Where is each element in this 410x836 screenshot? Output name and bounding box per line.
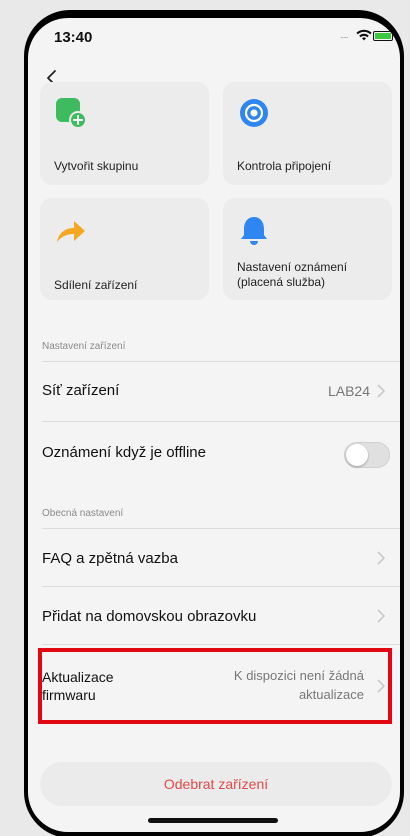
notification-settings-label-2: (placená služba) <box>237 275 326 289</box>
home-indicator <box>148 818 278 823</box>
signal-icon: ..... <box>340 30 348 40</box>
offline-notification-toggle[interactable] <box>344 442 390 468</box>
toggle-knob <box>346 444 368 466</box>
notification-settings-card[interactable]: Nastavení oznámení (placená služba) <box>223 198 392 300</box>
bell-icon <box>241 217 267 245</box>
faq-row[interactable]: FAQ a zpětná vazba <box>28 529 400 585</box>
remove-device-button[interactable]: Odebrat zařízení <box>40 762 392 806</box>
share-device-label: Sdílení zařízení <box>54 278 138 292</box>
connection-check-icon <box>240 99 268 127</box>
notification-settings-label-1: Nastavení oznámení <box>237 260 348 274</box>
share-device-card[interactable]: Sdílení zařízení <box>40 198 209 300</box>
create-group-card[interactable]: Vytvořit skupinu <box>40 82 209 185</box>
general-settings-section-label: Obecná nastavení <box>42 508 124 519</box>
faq-title: FAQ a zpětná vazba <box>42 550 178 567</box>
wifi-icon <box>356 29 372 41</box>
offline-notification-title: Oznámení když je offline <box>42 444 206 461</box>
create-group-label: Vytvořit skupinu <box>54 159 139 173</box>
device-network-value: LAB24 <box>327 383 370 399</box>
add-group-icon <box>56 98 87 129</box>
share-arrow-icon <box>57 221 85 242</box>
chevron-right-icon <box>377 551 386 565</box>
device-network-title: Síť zařízení <box>42 382 120 399</box>
connection-check-label: Kontrola připojení <box>237 159 332 173</box>
chevron-right-icon <box>377 384 386 398</box>
chevron-right-icon <box>377 609 386 623</box>
add-home-screen-title: Přidat na domovskou obrazovku <box>42 608 257 625</box>
device-settings-section-label: Nastavení zařízení <box>42 341 126 352</box>
battery-icon <box>373 31 393 41</box>
connection-check-card[interactable]: Kontrola připojení <box>223 82 392 185</box>
device-network-row[interactable]: Síť zařízení LAB24 <box>28 362 400 420</box>
highlight-box <box>38 648 392 724</box>
app-screen: 13:40 ..... Vytvořit skupinu Kontrola př… <box>28 18 400 832</box>
status-bar: 13:40 ..... <box>28 18 400 58</box>
status-time: 13:40 <box>54 29 93 46</box>
add-home-screen-row[interactable]: Přidat na domovskou obrazovku <box>28 587 400 643</box>
